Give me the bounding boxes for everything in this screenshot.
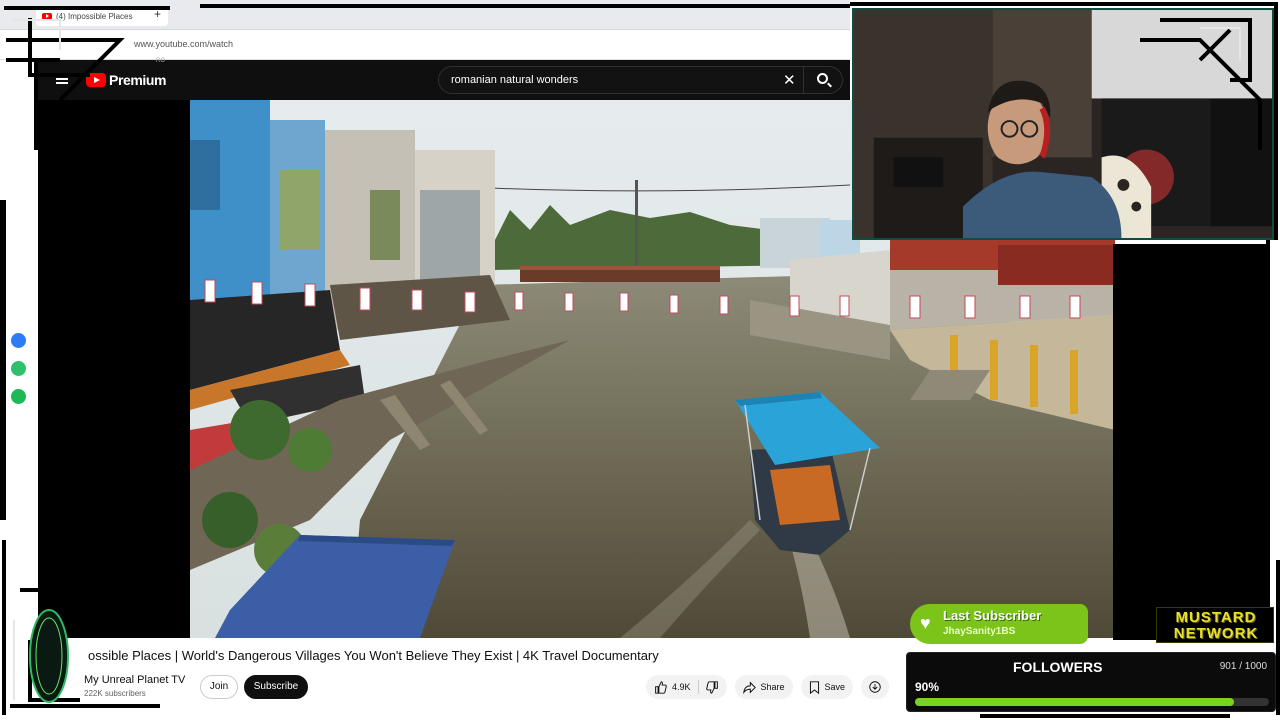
subscriber-count: 222K subscribers	[84, 689, 146, 698]
last-subscriber-title: Last Subscriber	[943, 608, 1042, 623]
share-button[interactable]: Share	[734, 675, 793, 699]
kick-badge-icon	[29, 609, 69, 703]
spotify-icon[interactable]	[11, 389, 26, 404]
search-box[interactable]: romanian natural wonders ✕	[438, 66, 843, 94]
save-label: Save	[824, 682, 846, 692]
brand-line-1: MUSTARD	[1175, 609, 1257, 626]
browser-tab-bar: (4) Impossible Places +	[0, 0, 850, 30]
dislike-icon[interactable]	[705, 680, 719, 694]
search-icon	[817, 73, 828, 84]
followers-progress-fill	[915, 698, 1234, 706]
whatsapp-icon[interactable]	[11, 361, 26, 376]
followers-progress-track	[915, 698, 1269, 706]
like-dislike-group: 4.9K	[646, 675, 727, 699]
region-label: RO	[156, 58, 165, 64]
last-subscriber-name: JhaySanity1BS	[943, 626, 1016, 637]
heart-icon: ♥	[920, 613, 931, 633]
stream-screen: (4) Impossible Places + www.youtube.com/…	[0, 0, 1280, 720]
followers-count: 901 / 1000	[1219, 661, 1267, 672]
brand-line-2: NETWORK	[1173, 625, 1259, 642]
divider	[697, 680, 699, 694]
youtube-logo[interactable]: Premium	[86, 72, 167, 88]
youtube-header: Premium RO romanian natural wonders ✕	[38, 58, 850, 100]
browser-tab[interactable]: (4) Impossible Places	[36, 6, 168, 26]
mustard-network-logo: MUSTARD NETWORK	[1156, 607, 1274, 643]
clear-icon[interactable]: ✕	[783, 71, 796, 89]
search-button[interactable]	[803, 67, 843, 93]
download-icon	[869, 681, 881, 693]
address-bar[interactable]: www.youtube.com/watch	[0, 30, 850, 60]
url-text[interactable]: www.youtube.com/watch	[134, 39, 233, 49]
like-count: 4.9K	[672, 682, 691, 692]
search-input[interactable]: romanian natural wonders	[451, 74, 578, 86]
last-subscriber-widget: ♥ Last Subscriber JhaySanity1BS	[910, 604, 1088, 644]
save-button[interactable]: Save	[800, 675, 854, 699]
tab-title: (4) Impossible Places	[56, 11, 133, 21]
youtube-favicon-icon	[42, 12, 52, 20]
join-button[interactable]: Join	[200, 675, 238, 699]
followers-goal-widget: FOLLOWERS 901 / 1000 90%	[906, 652, 1276, 712]
followers-title: FOLLOWERS	[1013, 659, 1103, 675]
like-icon[interactable]	[654, 680, 667, 694]
youtube-logo-icon	[86, 73, 106, 87]
download-button[interactable]	[861, 675, 890, 699]
followers-percent: 90%	[915, 680, 940, 694]
share-label: Share	[760, 682, 785, 692]
subscribe-button[interactable]: Subscribe	[244, 675, 308, 699]
new-tab-button[interactable]: +	[154, 7, 161, 21]
hamburger-menu-icon[interactable]	[56, 74, 68, 84]
video-title: ossible Places | World's Dangerous Villa…	[88, 648, 659, 663]
webcam-feed	[852, 8, 1274, 240]
save-icon	[809, 680, 819, 694]
logo-text: Premium	[109, 72, 167, 88]
channel-name[interactable]: My Unreal Planet TV	[84, 674, 185, 686]
messenger-icon[interactable]	[11, 333, 26, 348]
share-icon	[742, 680, 756, 694]
video-actions: 4.9K Share Save	[646, 675, 890, 699]
